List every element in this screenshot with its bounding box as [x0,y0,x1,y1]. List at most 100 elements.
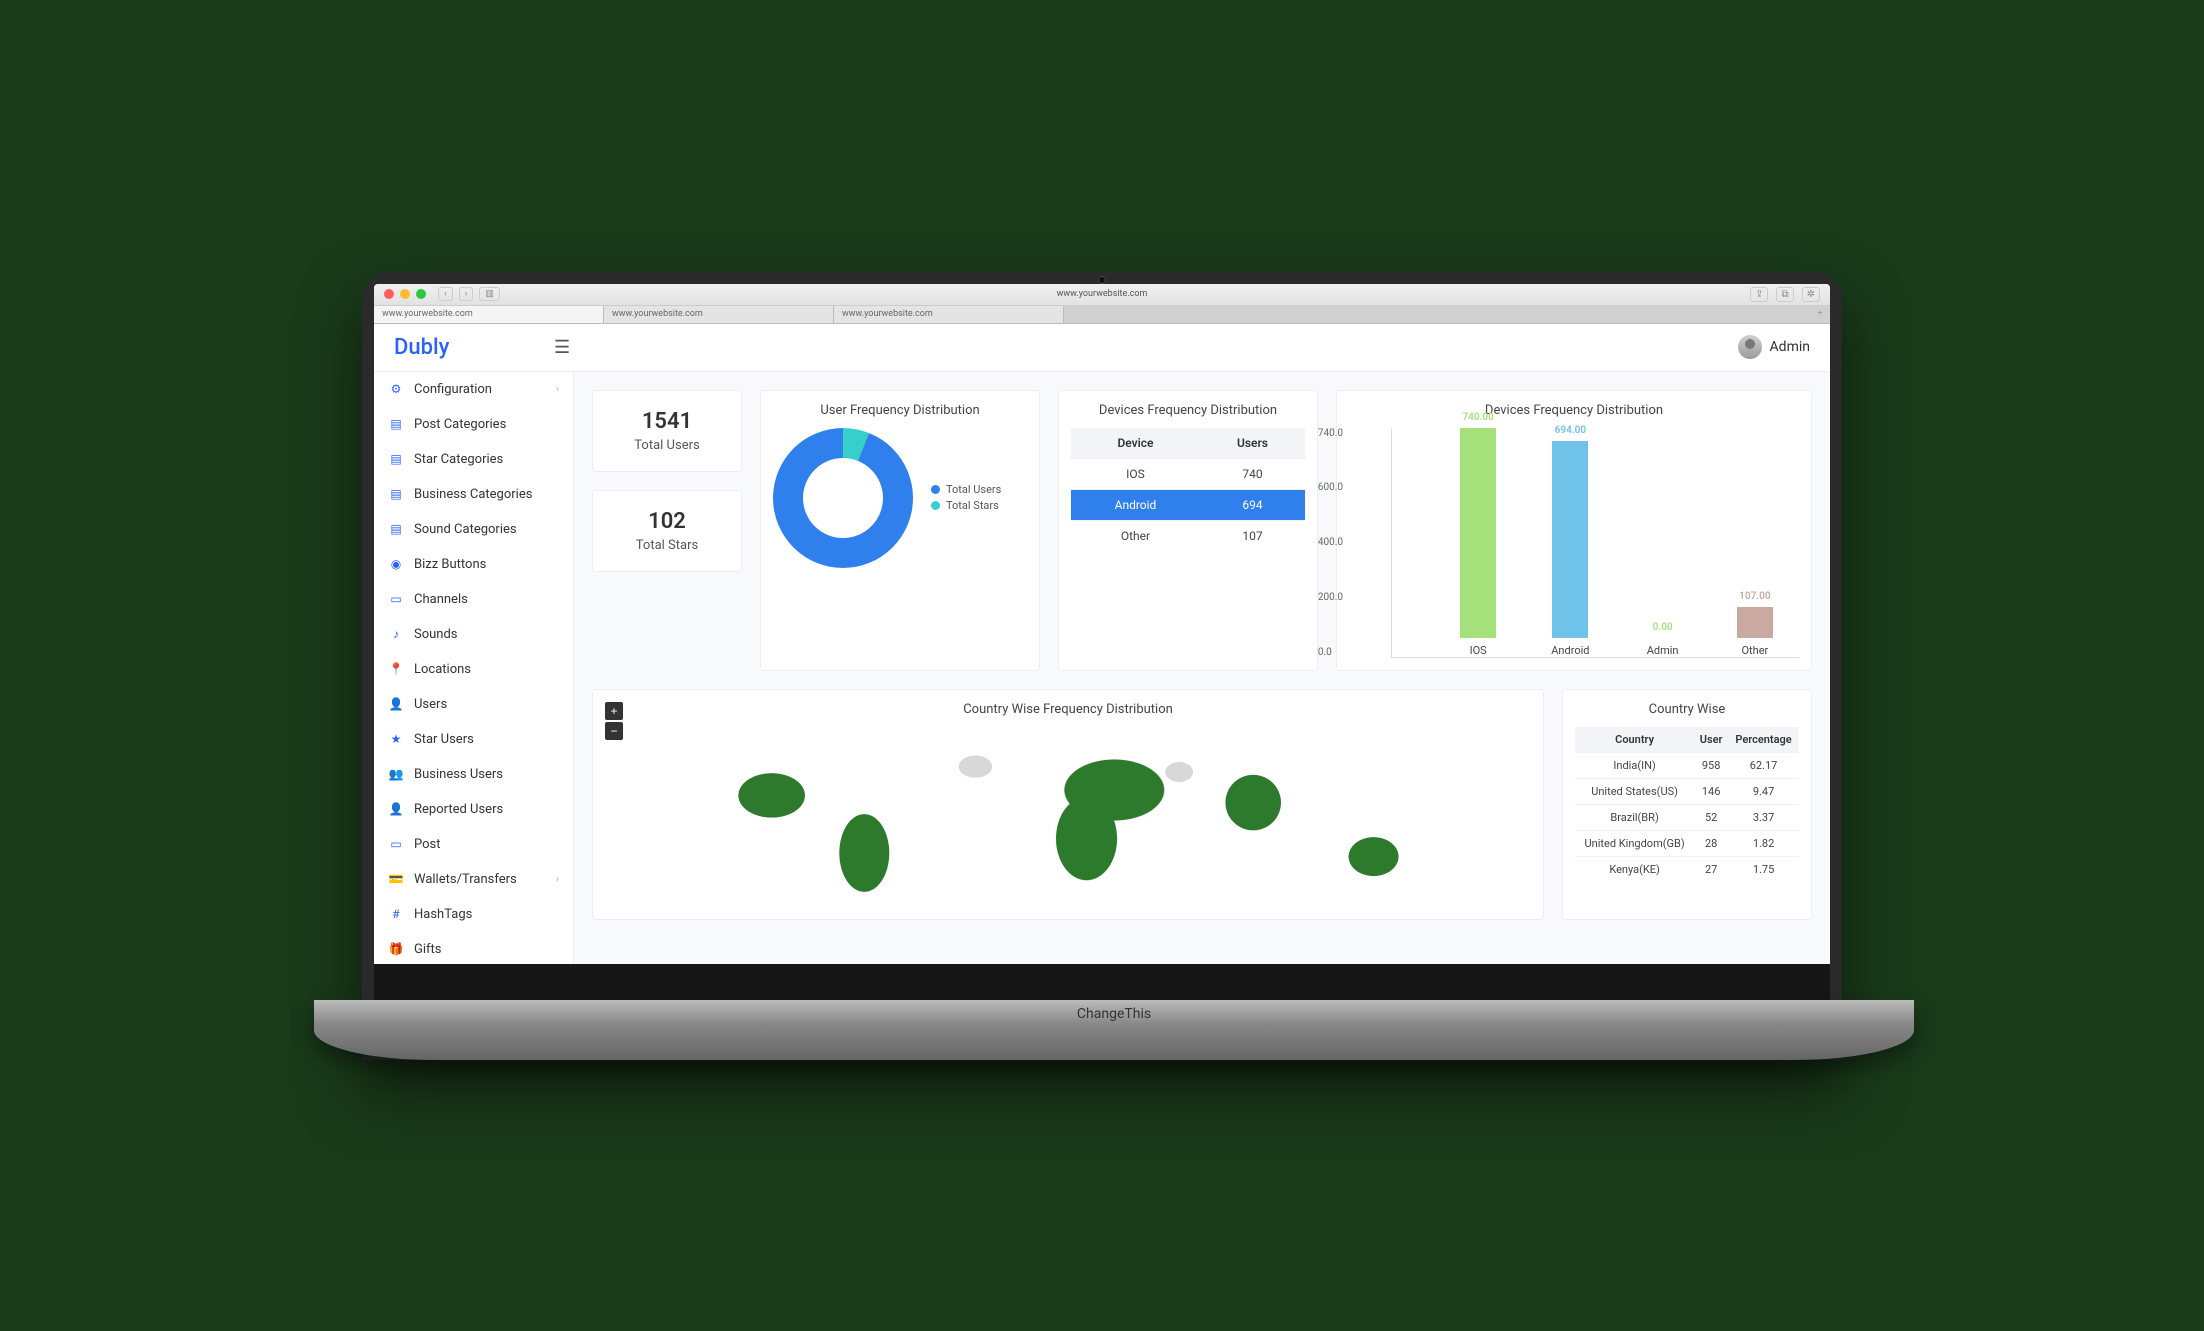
cell-pct: 9.47 [1728,778,1799,804]
bar-value-label: 107.00 [1739,591,1770,602]
minimize-window-icon[interactable] [400,289,410,299]
sidebar-icon: ▤ [388,522,404,536]
sidebar: ⚙Configuration›▤Post Categories▤Star Cat… [374,372,574,964]
close-window-icon[interactable] [384,289,394,299]
sidebar-item-hashtags[interactable]: #HashTags [374,897,573,932]
card-title: Country Wise [1575,702,1799,717]
sidebar-item-channels[interactable]: ▭Channels [374,582,573,617]
sidebar-item-label: Business Users [414,767,503,782]
sidebar-item-label: Sound Categories [414,522,517,537]
cell-country: Kenya(KE) [1575,856,1694,882]
sidebar-icon: ▤ [388,452,404,466]
current-user-label[interactable]: Admin [1770,339,1810,355]
legend-swatch-icon [931,501,940,510]
sidebar-item-sound-categories[interactable]: ▤ Sound Categories [374,512,573,547]
chevron-right-icon: › [556,874,559,885]
col-header: Country [1575,727,1694,753]
back-button[interactable]: ‹ [438,287,453,301]
sidebar-item-wallets-transfers[interactable]: 💳 Wallets/Transfers › [374,862,573,897]
maximize-window-icon[interactable] [416,289,426,299]
sidebar-item-star-categories[interactable]: ▤Star Categories [374,442,573,477]
cell-users: 107 [1200,520,1305,551]
sidebar-item-star-users[interactable]: ★Star Users [374,722,573,757]
browser-tab[interactable]: www.yourwebsite.com [834,306,1064,323]
sidebar-item-label: Star Users [414,732,474,747]
sidebar-icon: 👥 [388,767,404,781]
sidebar-item-post-categories[interactable]: ▤Post Categories [374,407,573,442]
chart-legend: Total Users Total Stars [931,480,1001,515]
app-header: Dubly ☰ Admin [374,324,1830,372]
laptop-screen: ‹ › ▥ www.yourwebsite.com ⇪ ⧉ ✲ www.your… [374,284,1830,1000]
table-row[interactable]: Android694 [1071,489,1305,520]
table-row[interactable]: IOS740 [1071,458,1305,489]
sidebar-icon: 🎁 [388,942,404,956]
cell-device: IOS [1071,458,1200,489]
cell-country: United Kingdom(GB) [1575,830,1694,856]
sidebar-item-label: Post Categories [414,417,506,432]
bar-category-label: Admin [1647,644,1679,657]
new-tab-button[interactable]: + [1810,306,1830,323]
sidebar-item-reported-users[interactable]: 👤 Reported Users [374,792,573,827]
settings-gear-icon[interactable]: ✲ [1802,287,1820,302]
card-title: Devices Frequency Distribution [1071,403,1305,418]
menu-toggle-icon[interactable]: ☰ [554,337,570,358]
tabs-icon[interactable]: ⧉ [1776,287,1793,302]
bar-value-label: 0.00 [1653,622,1673,633]
sidebar-item-label: HashTags [414,907,472,922]
sidebar-icon: ▭ [388,592,404,606]
sidebar-item-locations[interactable]: 📍Locations [374,652,573,687]
browser-tab[interactable]: www.yourwebsite.com [374,306,604,323]
window-traffic-lights[interactable] [384,289,426,299]
bar-category-label: IOS [1470,644,1487,657]
cell-user: 146 [1694,778,1728,804]
sidebar-item-label: Reported Users [414,802,503,817]
map-zoom-out-button[interactable]: − [605,722,623,740]
stat-total-users: 1541 Total Users [592,390,742,472]
sidebar-item-gifts[interactable]: 🎁Gifts [374,932,573,964]
sidebar-item-business-categories[interactable]: ▤Business Categories [374,477,573,512]
world-map[interactable] [605,727,1531,907]
table-row[interactable]: United Kingdom(GB)281.82 [1575,830,1799,856]
share-icon[interactable]: ⇪ [1750,287,1768,302]
sidebar-item-sounds[interactable]: ♪Sounds [374,617,573,652]
sidebar-item-label: Locations [414,662,471,677]
sidebar-icon: 💳 [388,872,404,886]
sidebar-item-label: Wallets/Transfers [414,872,517,887]
sidebar-item-business-users[interactable]: 👥 Business Users [374,757,573,792]
address-bar[interactable]: www.yourwebsite.com [1057,289,1148,299]
bar: 740.00 [1460,428,1496,638]
sidebar-toggle-icon[interactable]: ▥ [479,287,500,301]
app-logo[interactable]: Dubly [394,335,554,360]
col-header: Users [1200,428,1305,459]
table-row[interactable]: Other107 [1071,520,1305,551]
cell-device: Android [1071,489,1200,520]
sidebar-item-post[interactable]: ▭Post [374,827,573,862]
forward-button[interactable]: › [459,287,474,301]
sidebar-item-configuration[interactable]: ⚙Configuration› [374,372,573,407]
sidebar-item-users[interactable]: 👤Users [374,687,573,722]
bar-group: 694.00Android [1526,441,1614,657]
laptop-brand-label: ChangeThis [1077,1006,1151,1022]
bar-category-label: Android [1551,644,1589,657]
browser-tab[interactable]: www.yourwebsite.com [604,306,834,323]
stat-value: 102 [603,509,731,534]
table-row[interactable]: Kenya(KE)271.75 [1575,856,1799,882]
avatar-icon[interactable] [1738,335,1762,359]
browser-toolbar: ‹ › ▥ www.yourwebsite.com ⇪ ⧉ ✲ [374,284,1830,306]
table-row[interactable]: India(IN)95862.17 [1575,752,1799,778]
cell-country: Brazil(BR) [1575,804,1694,830]
table-row[interactable]: Brazil(BR)523.37 [1575,804,1799,830]
cell-user: 52 [1694,804,1728,830]
cell-pct: 3.37 [1728,804,1799,830]
cell-country: United States(US) [1575,778,1694,804]
app-root: Dubly ☰ Admin ⚙Configuration›▤Post Categ… [374,324,1830,964]
sidebar-item-bizz-buttons[interactable]: ◉Bizz Buttons [374,547,573,582]
map-zoom-in-button[interactable]: + [605,702,623,720]
cell-device: Other [1071,520,1200,551]
sidebar-icon: 👤 [388,802,404,816]
sidebar-item-label: Post [414,837,441,852]
sidebar-icon: ⚙ [388,382,404,396]
cell-user: 28 [1694,830,1728,856]
table-row[interactable]: United States(US)1469.47 [1575,778,1799,804]
col-header: Percentage [1728,727,1799,753]
